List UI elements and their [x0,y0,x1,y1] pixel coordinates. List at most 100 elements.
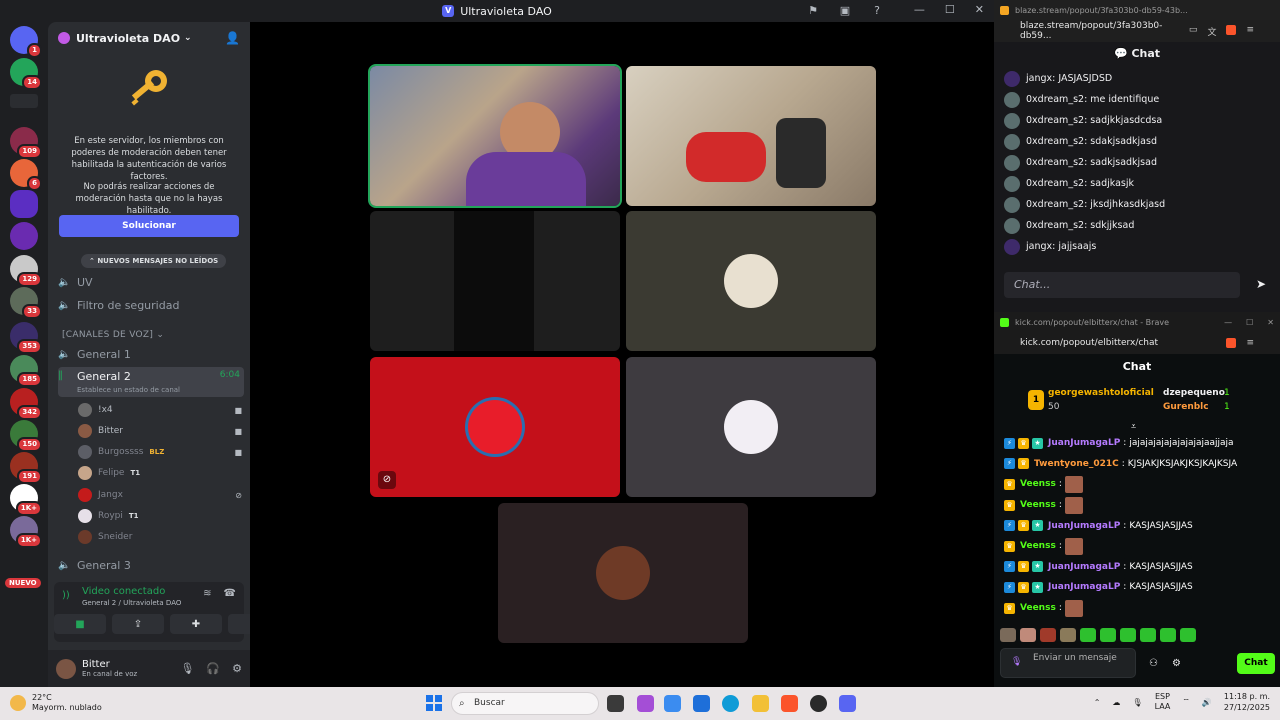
server-icon[interactable]: 33 [10,287,42,319]
chat-message[interactable]: ♛ Veenss: [994,495,1280,516]
emote-icon[interactable] [1080,628,1096,642]
voice-user[interactable]: Felipe T1 [78,464,242,482]
close-button[interactable]: ✕ [1267,318,1274,327]
server-icon[interactable]: 1K+ [10,516,42,548]
video-tile[interactable] [370,211,620,351]
minimize-button[interactable]: — [914,3,925,16]
unread-messages-pill[interactable]: ⌃ NUEVOS MENSAJES NO LEÍDOS [81,254,227,268]
server-icon[interactable]: 342 [10,388,42,420]
voice-user[interactable]: Burgossss BLZ ■ [78,443,242,461]
microphone-icon[interactable]: 🎙 [180,662,194,675]
gear-icon[interactable]: ⚙ [1172,658,1181,669]
server-icon[interactable]: 353 [10,322,42,354]
channel-filtro-de-seguridad[interactable]: 🔈 Filtro de seguridad [58,295,244,315]
menu-icon[interactable]: ≡ [1246,25,1254,38]
chat-username[interactable]: JuanJumagaLP [1048,582,1120,592]
maximize-button[interactable]: ☐ [1246,318,1253,327]
video-tile[interactable] [368,64,622,208]
chat-input[interactable]: Chat... [1004,272,1240,298]
microphone-icon[interactable]: 🎙 [1011,657,1022,668]
server-header[interactable]: Ultravioleta DAO ⌄ 👤 [48,22,250,54]
add-user-icon[interactable]: 👤 [225,31,240,45]
wifi-icon[interactable]: ⌔ [1182,697,1190,707]
chat-username[interactable]: Veenss [1020,500,1056,510]
translate-icon[interactable]: 文 [1207,25,1216,38]
start-button[interactable] [426,695,442,711]
server-icon[interactable]: 6 [10,159,42,191]
edge-icon[interactable] [722,695,739,712]
camera-button[interactable]: ■ [54,614,106,634]
headphones-icon[interactable]: 🎧 [206,662,220,675]
avatar[interactable] [56,658,76,679]
voice-channel-general-3[interactable]: 🔈 General 3 [58,555,244,575]
channel-uv[interactable]: 🔈 UV [58,272,244,292]
chat-username[interactable]: Veenss [1020,603,1056,613]
video-tile[interactable] [626,211,876,351]
screen-icon[interactable]: ▣ [838,4,852,18]
microphone-icon[interactable]: 🎙 [1132,698,1142,707]
emote-icon[interactable] [1120,628,1136,642]
brave-shield-icon[interactable] [1226,338,1237,348]
obs-icon[interactable] [810,695,827,712]
store-icon[interactable] [693,695,710,712]
address-bar[interactable]: kick.com/popout/elbitterx/chat ≡ [994,332,1280,354]
maximize-button[interactable]: ☐ [945,3,955,16]
chat-username[interactable]: JuanJumagaLP [1048,521,1120,531]
weather-widget[interactable]: 22°C Mayorm. nublado [10,693,102,713]
cast-icon[interactable]: ▭ [1189,25,1198,38]
chat-message[interactable]: ⚡ ♛ Twentyone_021C: KJSJAKJKSJAKJKSJKAJKSJA [994,454,1280,475]
disconnect-icon[interactable]: ☎ [224,588,236,599]
emote-icon[interactable] [1140,628,1156,642]
message-input[interactable]: 🎙 Enviar un mensaje [1000,648,1136,678]
emote-icon[interactable] [1180,628,1196,642]
clock[interactable]: 11:18 p. m. 27/12/2025 [1224,691,1270,713]
top-gifters[interactable]: 1 georgewashtoloficial 50 dzepequeno 1 G… [1028,386,1258,420]
voice-user[interactable]: Bitter ■ [78,422,242,440]
chat-username[interactable]: Veenss [1020,541,1056,551]
cloud-icon[interactable]: ☁ [1112,698,1120,707]
activities-button[interactable]: ✚ [170,614,222,634]
chevron-up-icon[interactable]: ⌃ [1094,698,1101,707]
emote-icon[interactable] [1000,628,1016,642]
chat-username[interactable]: JuanJumagaLP [1048,438,1120,448]
screen-share-button[interactable]: ⇪ [112,614,164,634]
chat-message[interactable]: ♛ Veenss: [994,598,1280,619]
send-icon[interactable]: ➤ [1256,277,1266,291]
gear-icon[interactable]: ⚙ [232,662,242,675]
emote-icon[interactable] [1060,628,1076,642]
server-icon[interactable] [10,94,38,108]
direct-messages-icon[interactable]: 1 [10,26,42,58]
taskbar-search[interactable]: ⌕ Buscar [451,692,599,715]
video-tile[interactable] [498,503,748,643]
emote-icon[interactable] [1040,628,1056,642]
video-tile[interactable] [626,357,876,497]
server-icon[interactable]: 150 [10,420,42,452]
flag-icon[interactable]: ⚑ [806,4,820,18]
video-tile[interactable]: ⊘ [370,357,620,497]
chat-username[interactable]: Veenss [1020,479,1056,489]
chat-message[interactable]: ⚡ ♛ ★ JuanJumagaLP: jajajajajajajajajajaajja… [994,433,1280,454]
brave-shield-icon[interactable] [1226,24,1237,35]
minimize-button[interactable]: — [1224,318,1232,327]
emote-icon[interactable] [1020,628,1036,642]
voice-channel-path[interactable]: General 2 / Ultravioleta DAO [82,599,181,607]
server-icon[interactable]: 185 [10,355,42,387]
chat-message[interactable]: ♛ Veenss: [994,536,1280,557]
server-icon[interactable] [10,222,38,250]
voice-channel-general-1[interactable]: 🔈 General 1 [58,344,244,364]
server-icon[interactable]: 109 [10,127,42,159]
voice-user[interactable]: Sneider [78,528,242,546]
discord-icon[interactable] [839,695,856,712]
help-icon[interactable]: ? [870,4,884,18]
voice-user[interactable]: Roypi T1 [78,507,242,525]
chat-message[interactable]: ⚡ ♛ ★ JuanJumagaLP: KASJASJASJJAS [994,515,1280,536]
chat-username[interactable]: JuanJumagaLP [1048,562,1120,572]
brave-icon[interactable] [781,695,798,712]
channel-status[interactable]: Establece un estado de canal [77,386,180,394]
collapse-icon[interactable]: ⩡ [1131,422,1136,432]
server-icon[interactable]: 14 [10,58,42,90]
new-servers-badge[interactable]: NUEVO [5,578,41,588]
video-tile[interactable] [626,66,876,206]
chat-username[interactable]: Twentyone_021C [1034,459,1119,469]
task-view-icon[interactable] [607,695,624,712]
